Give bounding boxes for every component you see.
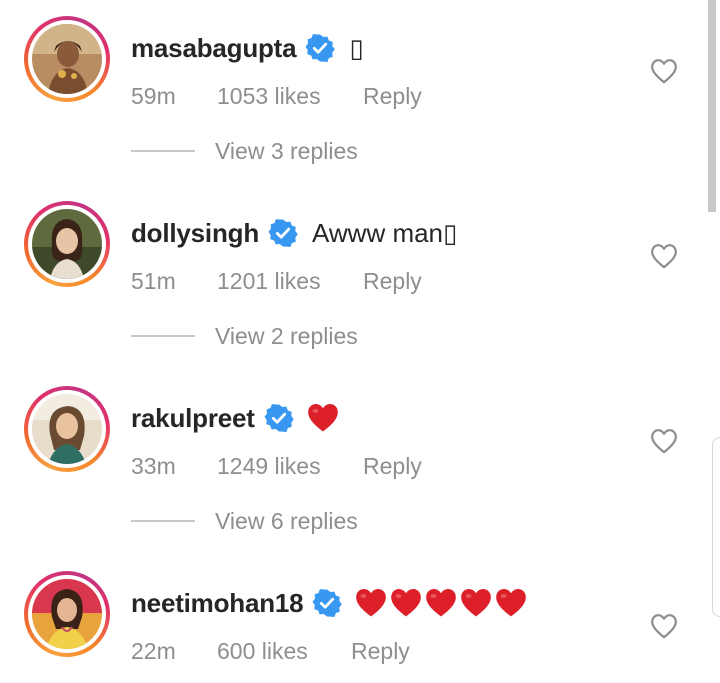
view-replies-button[interactable]: View 2 replies <box>131 321 358 351</box>
verified-badge-icon <box>268 218 298 248</box>
comment-item: neetimohan18 22m 600 likes Reply <box>0 571 720 681</box>
comment-like-count[interactable]: 1249 likes <box>217 453 363 480</box>
edge-panel-handle[interactable] <box>712 437 720 617</box>
avatar-story-ring[interactable] <box>24 201 110 287</box>
avatar <box>32 24 102 94</box>
reply-button[interactable]: Reply <box>351 638 410 665</box>
comment-timestamp: 22m <box>131 637 176 664</box>
view-replies-label: View 6 replies <box>215 507 358 534</box>
comment-item: rakulpreet 33m 1249 likes Reply View 6 r… <box>0 386 720 534</box>
red-heart-emoji-icon <box>389 587 423 619</box>
comment-username[interactable]: dollysingh <box>131 218 259 249</box>
red-heart-emoji-icon <box>424 587 458 619</box>
avatar <box>32 394 102 464</box>
view-replies-button[interactable]: View 6 replies <box>131 506 358 536</box>
comment-emoji-hearts <box>306 402 341 434</box>
scrollbar-thumb[interactable] <box>708 0 716 212</box>
red-heart-emoji-icon <box>459 587 493 619</box>
comment-trailing-glyph: ▯ <box>443 217 458 248</box>
comment-text-body: Awww man <box>312 217 444 248</box>
heart-outline-icon[interactable] <box>650 58 678 84</box>
view-replies-label: View 2 replies <box>215 322 358 349</box>
reply-button[interactable]: Reply <box>363 83 422 110</box>
verified-badge-icon <box>305 33 336 63</box>
verified-badge-icon <box>264 403 294 433</box>
comment-like-count[interactable]: 600 likes <box>217 638 351 665</box>
comment-username[interactable]: masabagupta <box>131 33 297 64</box>
view-replies-button[interactable]: View 3 replies <box>131 136 358 166</box>
replies-divider <box>131 150 195 152</box>
comment-timestamp: 59m <box>131 82 176 109</box>
replies-divider <box>131 335 195 337</box>
replies-divider <box>131 520 195 522</box>
avatar-image <box>32 579 102 649</box>
comment-text: Awww man▯ <box>312 218 457 249</box>
comment-emoji-hearts <box>354 587 529 619</box>
reply-button[interactable]: Reply <box>363 268 422 295</box>
avatar <box>32 579 102 649</box>
comment-username[interactable]: neetimohan18 <box>131 588 304 619</box>
heart-outline-icon[interactable] <box>650 428 678 454</box>
avatar <box>32 209 102 279</box>
comment-text: ▯ <box>349 32 364 63</box>
reply-button[interactable]: Reply <box>363 453 422 480</box>
avatar-image <box>32 24 102 94</box>
avatar-story-ring[interactable] <box>24 386 110 472</box>
comment-like-count[interactable]: 1053 likes <box>217 83 363 110</box>
avatar-story-ring[interactable] <box>24 571 110 657</box>
avatar-image <box>32 209 102 279</box>
avatar-story-ring[interactable] <box>24 16 110 102</box>
comment-timestamp: 33m <box>131 452 176 479</box>
avatar-image <box>32 394 102 464</box>
comments-screen: masabagupta ▯ 59m 1053 likes Reply View … <box>0 0 720 683</box>
comment-like-count[interactable]: 1201 likes <box>217 268 363 295</box>
heart-outline-icon[interactable] <box>650 613 678 639</box>
comment-username[interactable]: rakulpreet <box>131 403 255 434</box>
red-heart-emoji-icon <box>494 587 528 619</box>
red-heart-emoji-icon <box>306 402 340 434</box>
comment-timestamp: 51m <box>131 267 176 294</box>
heart-outline-icon[interactable] <box>650 243 678 269</box>
verified-badge-icon <box>312 588 343 618</box>
comment-item: dollysingh Awww man▯ 51m 1201 likes Repl… <box>0 201 720 349</box>
view-replies-label: View 3 replies <box>215 137 358 164</box>
red-heart-emoji-icon <box>354 587 388 619</box>
comment-item: masabagupta ▯ 59m 1053 likes Reply View … <box>0 16 720 164</box>
